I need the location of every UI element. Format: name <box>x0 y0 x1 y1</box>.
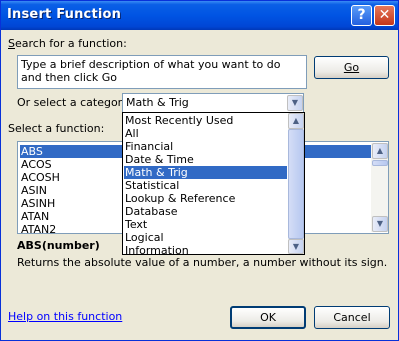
category-option-math-trig[interactable]: Math & Trig <box>124 166 287 179</box>
function-list-label: Select a function: <box>8 122 105 135</box>
search-label: Search for a function: <box>8 37 127 50</box>
chevron-up-icon: ▲ <box>292 116 300 125</box>
category-option-all[interactable]: All <box>124 127 139 140</box>
category-select[interactable]: Math & Trig ▼ <box>122 93 304 113</box>
dropdown-scroll-up-button[interactable]: ▲ <box>288 113 304 129</box>
chevron-up-icon: ▲ <box>376 146 384 155</box>
help-on-function-link[interactable]: Help on this function <box>8 310 122 323</box>
category-label: Or select a category: <box>17 96 132 109</box>
category-option-statistical[interactable]: Statistical <box>124 179 179 192</box>
function-item-asin[interactable]: ASIN <box>20 184 47 197</box>
cancel-button-label: Cancel <box>333 311 371 324</box>
chevron-down-icon: ▼ <box>376 219 384 228</box>
help-button[interactable]: ? <box>351 5 372 26</box>
chevron-down-icon: ▼ <box>292 242 300 251</box>
function-item-atan2[interactable]: ATAN2 <box>20 223 56 236</box>
title-bar[interactable]: Insert Function ? ✕ <box>1 1 398 30</box>
ok-button-label: OK <box>260 311 276 324</box>
function-description: Returns the absolute value of a number, … <box>17 256 388 269</box>
function-signature: ABS(number) <box>17 239 100 252</box>
category-option-lookup-reference[interactable]: Lookup & Reference <box>124 192 235 205</box>
category-option-text[interactable]: Text <box>124 218 147 231</box>
search-input[interactable]: Type a brief description of what you wan… <box>17 55 307 89</box>
function-item-acosh[interactable]: ACOSH <box>20 171 60 184</box>
category-selected-value: Math & Trig <box>126 96 189 109</box>
go-button[interactable]: Go <box>314 56 389 79</box>
category-option-logical[interactable]: Logical <box>124 231 164 244</box>
search-label-rest: earch for a function: <box>14 37 127 50</box>
category-dropdown-button[interactable]: ▼ <box>287 95 303 111</box>
category-option-database[interactable]: Database <box>124 205 178 218</box>
category-dropdown-list[interactable]: Most Recently Used All Financial Date & … <box>122 112 305 255</box>
dropdown-scroll-down-button[interactable]: ▼ <box>288 239 304 254</box>
category-option-most-recently-used[interactable]: Most Recently Used <box>124 114 233 127</box>
scroll-thumb[interactable] <box>372 160 388 166</box>
cancel-button[interactable]: Cancel <box>314 306 390 329</box>
category-option-information[interactable]: Information <box>124 244 189 254</box>
category-option-financial[interactable]: Financial <box>124 140 173 153</box>
category-option-date-time[interactable]: Date & Time <box>124 153 194 166</box>
ok-button[interactable]: OK <box>230 306 306 329</box>
function-item-asinh[interactable]: ASINH <box>20 197 55 210</box>
chevron-down-icon: ▼ <box>291 98 299 107</box>
insert-function-dialog: Insert Function ? ✕ Search for a functio… <box>0 0 399 341</box>
help-icon: ? <box>357 7 366 23</box>
search-placeholder: Type a brief description of what you wan… <box>21 58 281 84</box>
function-item-acos[interactable]: ACOS <box>20 158 52 171</box>
close-icon: ✕ <box>378 7 391 23</box>
dropdown-scroll-thumb[interactable] <box>288 129 304 239</box>
scroll-down-button[interactable]: ▼ <box>372 216 388 232</box>
close-button[interactable]: ✕ <box>374 5 395 26</box>
scroll-up-button[interactable]: ▲ <box>372 143 388 159</box>
dialog-title: Insert Function <box>7 7 122 22</box>
function-list-scrollbar[interactable]: ▲ ▼ <box>371 143 388 232</box>
function-item-atan[interactable]: ATAN <box>20 210 49 223</box>
category-dropdown-scrollbar[interactable]: ▲ ▼ <box>288 113 304 254</box>
go-button-label: Go <box>343 61 360 74</box>
